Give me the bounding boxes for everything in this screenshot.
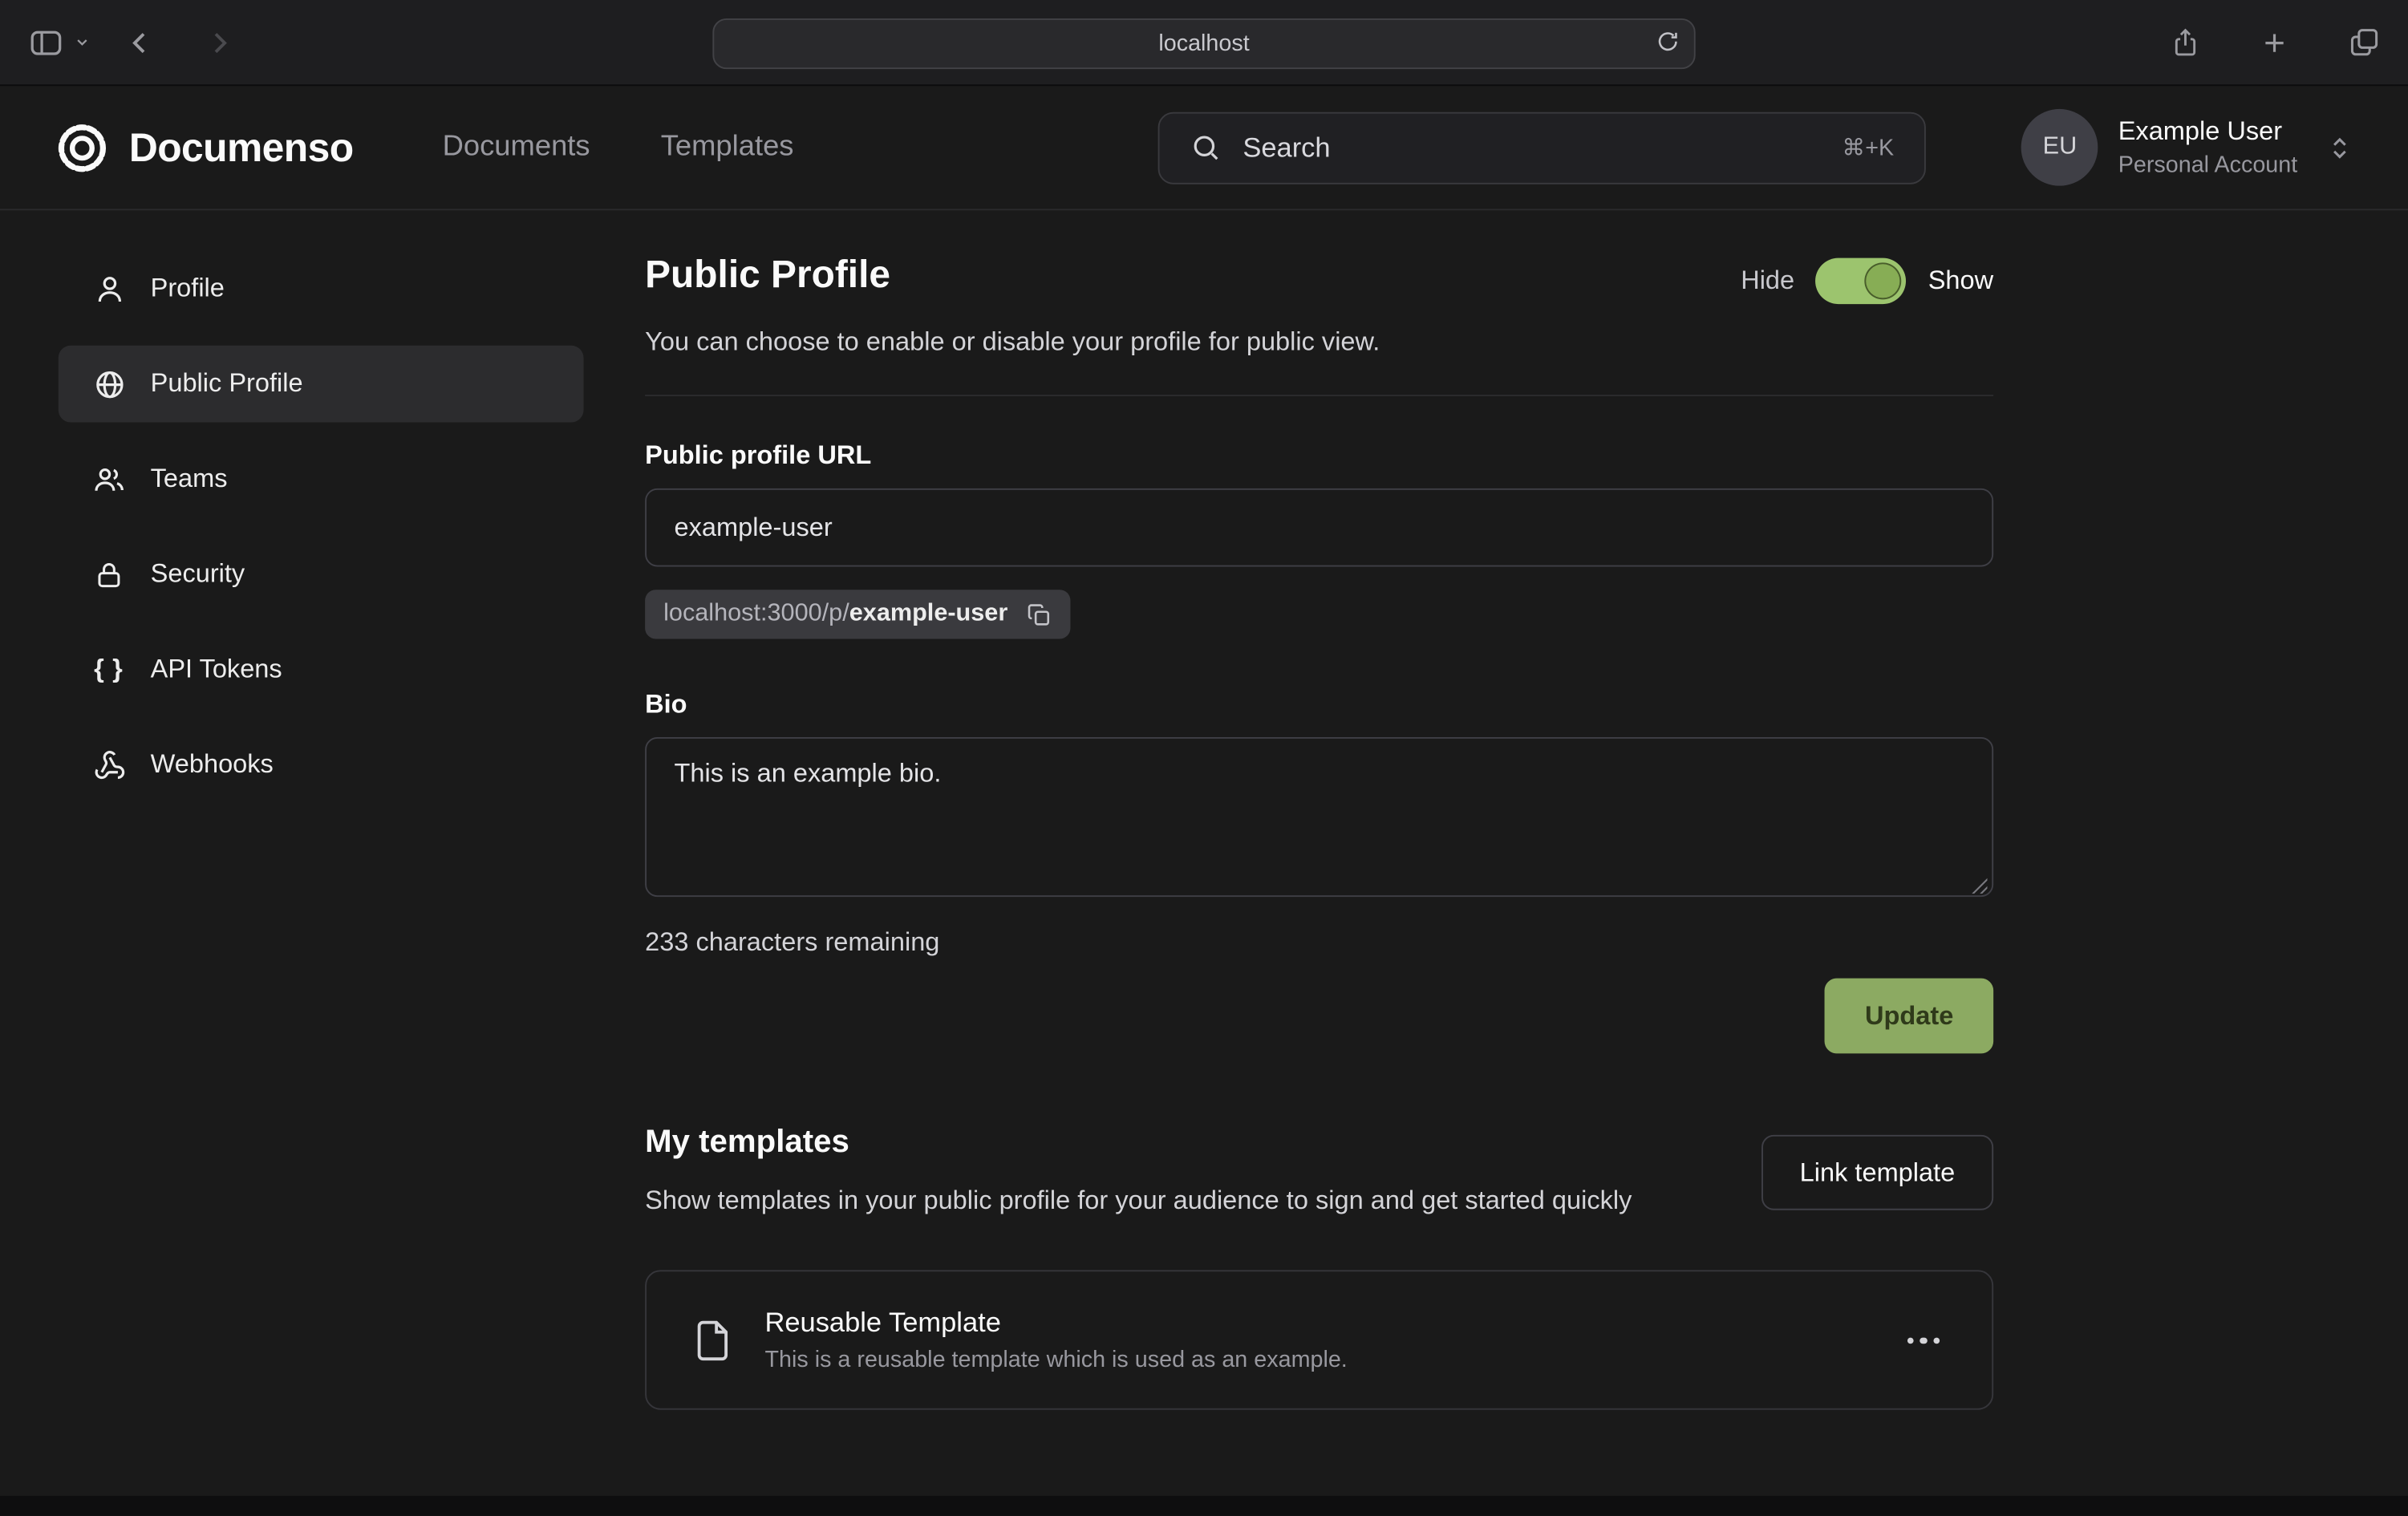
sidebar-item-profile[interactable]: Profile [59,250,584,327]
nav-templates[interactable]: Templates [661,131,794,164]
bio-field-label: Bio [645,690,1993,720]
characters-remaining: 233 characters remaining [645,927,1993,958]
screen: localhost Documenso Documents [0,0,2408,1516]
template-description: This is a reusable template which is use… [764,1348,1897,1374]
toggle-hide-label: Hide [1741,266,1794,296]
browser-actions [2170,26,2380,59]
link-template-button[interactable]: Link template [1761,1135,1993,1210]
globe-icon [92,368,126,400]
file-icon [690,1313,736,1368]
app-body: Profile Public Profile Teams Security [0,210,2408,1410]
user-name: Example User [2118,117,2298,148]
share-icon[interactable] [2170,26,2200,59]
toggle-knob [1865,262,1902,299]
divider [645,395,1993,396]
chevrons-up-down-icon [2327,135,2353,161]
documenso-logo-icon [55,120,109,174]
main-content: Public Profile Hide Show You can choose … [645,253,1993,1410]
profile-url-text: localhost:3000/p/example-user [663,601,1007,628]
reload-icon[interactable] [1656,29,1680,54]
app-header: Documenso Documents Templates Search ⌘+K… [0,86,2408,210]
teams-icon [92,463,126,495]
window-bottom-edge [0,1496,2408,1516]
copy-icon[interactable] [1026,602,1052,628]
brand[interactable]: Documenso [55,120,354,174]
sidebar-item-label: API Tokens [151,655,282,685]
user-account-type: Personal Account [2118,152,2298,179]
sidebar-item-label: Security [151,559,245,590]
template-name: Reusable Template [764,1307,1897,1340]
section-description: You can choose to enable or disable your… [645,327,1993,358]
lock-icon [92,558,126,590]
sidebar-item-webhooks[interactable]: Webhooks [59,727,584,804]
webhook-icon [92,748,126,780]
person-icon [92,273,126,305]
bio-textarea[interactable]: This is an example bio. [645,737,1993,897]
sidebar-item-teams[interactable]: Teams [59,440,584,517]
my-templates-description: Show templates in your public profile fo… [645,1181,1632,1221]
forward-icon[interactable] [205,27,235,58]
sidebar-item-public-profile[interactable]: Public Profile [59,346,584,423]
avatar: EU [2021,109,2098,186]
sidebar-item-label: Teams [151,464,228,494]
new-tab-icon[interactable] [2259,27,2289,58]
template-card: Reusable Template This is a reusable tem… [645,1271,1993,1410]
sidebar-item-label: Public Profile [151,369,303,399]
browser-toolbar: localhost [0,0,2408,86]
sidebar-toggle-icon[interactable] [27,24,64,61]
brand-name: Documenso [129,124,354,171]
search-input[interactable]: Search ⌘+K [1158,111,1926,184]
search-shortcut: ⌘+K [1842,134,1895,161]
public-profile-url-input[interactable] [645,488,1993,567]
url-field-label: Public profile URL [645,440,1993,471]
toolbar-chevron-down-icon[interactable] [74,34,91,51]
sidebar-item-security[interactable]: Security [59,536,584,613]
update-button[interactable]: Update [1825,979,1993,1054]
address-bar[interactable]: localhost [712,18,1695,69]
braces-icon: { } [92,655,126,685]
nav-documents[interactable]: Documents [443,131,590,164]
tab-overview-icon[interactable] [2348,26,2380,59]
my-templates-title: My templates [645,1124,1632,1161]
settings-sidebar: Profile Public Profile Teams Security [59,250,584,821]
back-icon[interactable] [124,27,155,58]
sidebar-item-label: Profile [151,274,225,304]
user-menu[interactable]: EU Example User Personal Account [2021,109,2353,186]
visibility-toggle-row: Hide Show [1741,258,1993,304]
search-icon [1190,132,1221,163]
history-nav [124,27,235,58]
template-menu-icon[interactable] [1897,1328,1948,1353]
profile-visibility-toggle[interactable] [1816,258,1907,304]
sidebar-item-api-tokens[interactable]: { } API Tokens [59,631,584,708]
search-placeholder: Search [1243,132,1820,164]
sidebar-item-label: Webhooks [151,749,274,780]
profile-url-preview: localhost:3000/p/example-user [645,590,1071,638]
toggle-show-label: Show [1928,266,1993,296]
page-title: Public Profile [645,253,890,298]
main-nav: Documents Templates [443,131,794,164]
address-bar-url: localhost [1158,30,1249,57]
my-templates-header: My templates Show templates in your publ… [645,1124,1993,1221]
